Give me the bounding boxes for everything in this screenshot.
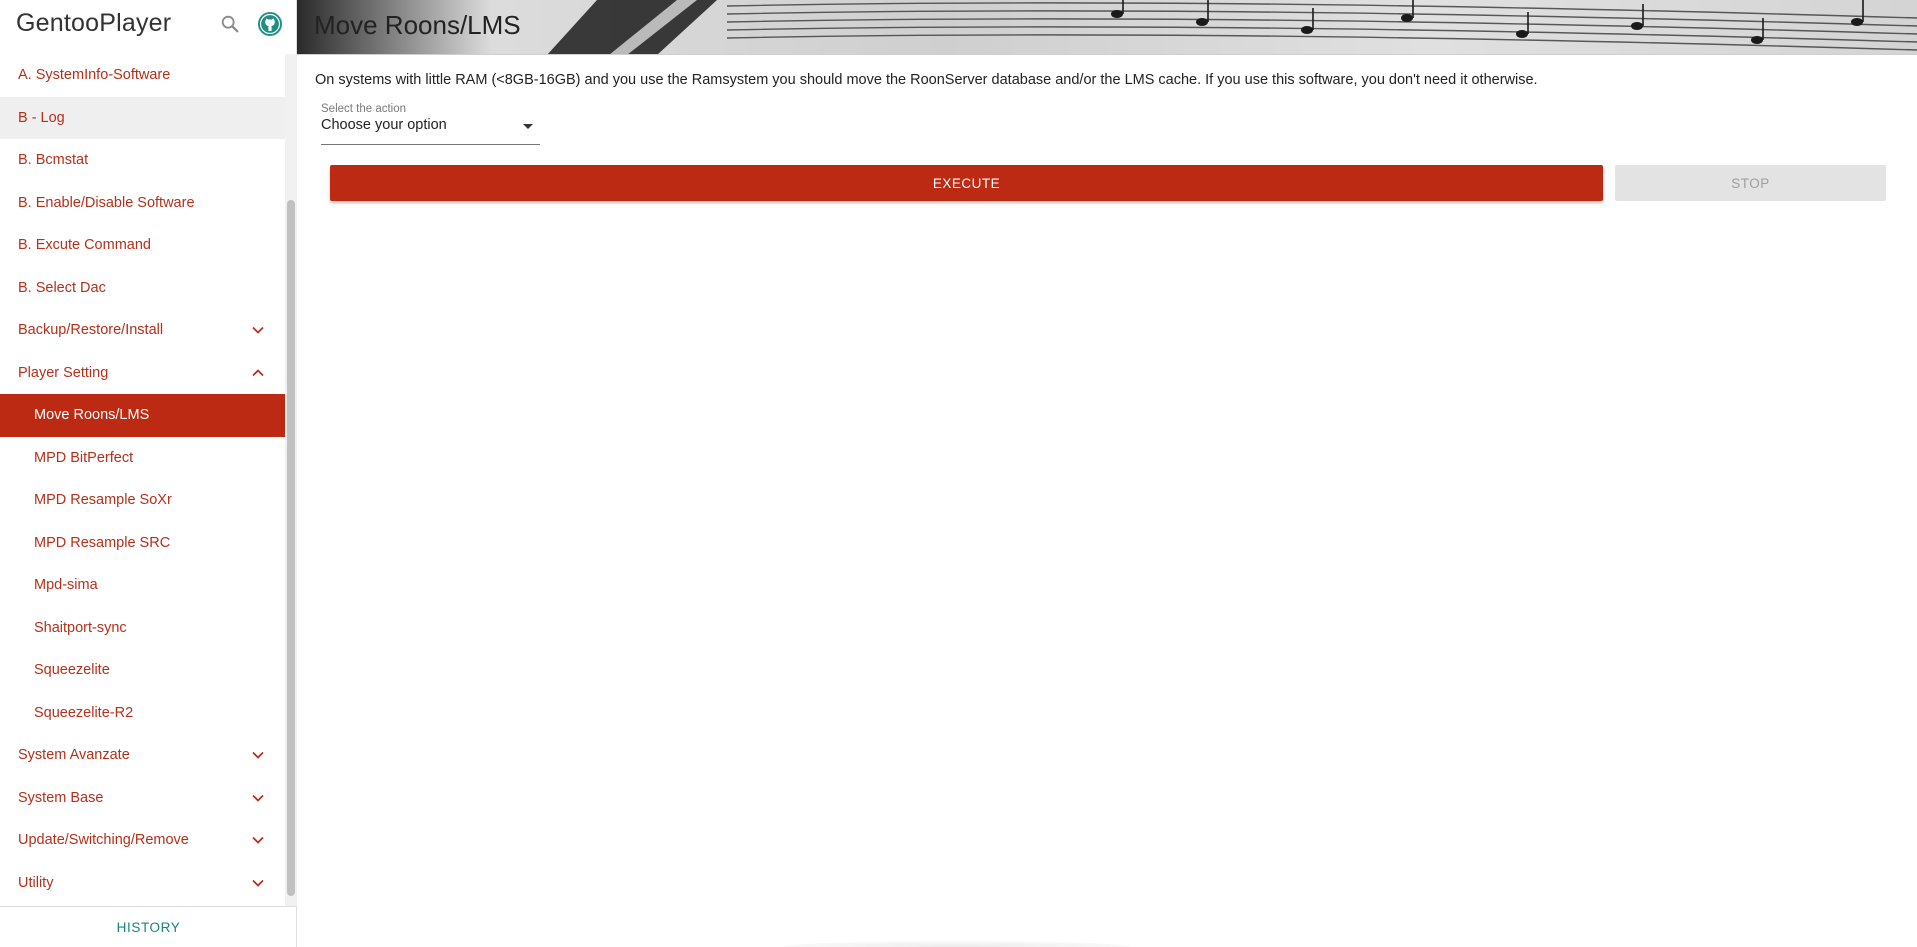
- sidebar-item-system-avanzate[interactable]: System Avanzate: [0, 734, 285, 777]
- sidebar-footer: HISTORY: [0, 906, 297, 947]
- chevron-down-icon: [252, 752, 264, 760]
- action-select-value: Choose your option: [321, 117, 447, 133]
- sidebar-item-label: Utility: [18, 874, 54, 891]
- sidebar-item-label: Shaitport-sync: [34, 619, 127, 636]
- page-description: On systems with little RAM (<8GB-16GB) a…: [315, 72, 1538, 88]
- sidebar-item-label: B - Log: [18, 109, 65, 126]
- sidebar-item-bcmstat[interactable]: B. Bcmstat: [0, 139, 285, 182]
- sidebar: GentooPlayer A. SystemInfo-Software B - …: [0, 0, 297, 947]
- page-header: Move Roons/LMS: [297, 0, 1917, 55]
- history-button[interactable]: HISTORY: [117, 920, 181, 935]
- sidebar-item-mpd-resample-src[interactable]: MPD Resample SRC: [0, 522, 285, 565]
- app-brand: GentooPlayer: [16, 9, 172, 37]
- sidebar-item-excute-command[interactable]: B. Excute Command: [0, 224, 285, 267]
- chevron-down-icon: [252, 794, 264, 802]
- sidebar-item-label: B. Enable/Disable Software: [18, 194, 195, 211]
- sidebar-header: GentooPlayer: [0, 0, 296, 54]
- sidebar-item-label: Squeezelite: [34, 662, 110, 679]
- sidebar-item-label: MPD Resample SoXr: [34, 492, 172, 509]
- sidebar-item-label: Move Roons/LMS: [34, 407, 150, 424]
- action-select-label: Select the action: [321, 103, 407, 115]
- sidebar-item-label: A. SystemInfo-Software: [18, 67, 171, 84]
- sidebar-item-enable-disable-software[interactable]: B. Enable/Disable Software: [0, 182, 285, 225]
- page-title: Move Roons/LMS: [314, 10, 521, 40]
- sidebar-item-label: Update/Switching/Remove: [18, 832, 189, 849]
- execute-button[interactable]: EXECUTE: [330, 165, 1603, 201]
- sidebar-item-label: B. Excute Command: [18, 237, 151, 254]
- sidebar-item-system-base[interactable]: System Base: [0, 777, 285, 820]
- sidebar-item-squeezelite-r2[interactable]: Squeezelite-R2: [0, 692, 285, 735]
- sheet-music-banner: [297, 0, 1917, 54]
- sidebar-item-utility[interactable]: Utility: [0, 862, 285, 905]
- sidebar-item-label: System Avanzate: [18, 747, 130, 764]
- sidebar-nav: A. SystemInfo-Software B - Log B. Bcmsta…: [0, 54, 285, 906]
- sidebar-item-mpd-bitperfect[interactable]: MPD BitPerfect: [0, 437, 285, 480]
- sidebar-item-update-switching-remove[interactable]: Update/Switching/Remove: [0, 819, 285, 862]
- github-icon[interactable]: [257, 11, 283, 37]
- chevron-down-icon: [252, 879, 264, 887]
- caret-down-icon: [523, 124, 533, 129]
- sidebar-scroll-thumb[interactable]: [287, 200, 295, 896]
- sidebar-item-label: Squeezelite-R2: [34, 704, 134, 721]
- sidebar-item-label: System Base: [18, 789, 104, 806]
- sidebar-item-label: B. Bcmstat: [18, 152, 89, 169]
- sidebar-item-shaitport-sync[interactable]: Shaitport-sync: [0, 607, 285, 650]
- main-content: On systems with little RAM (<8GB-16GB) a…: [297, 55, 1917, 947]
- sidebar-item-mpd-resample-soxr[interactable]: MPD Resample SoXr: [0, 479, 285, 522]
- sidebar-scrollbar[interactable]: [285, 54, 297, 906]
- chevron-up-icon: [252, 368, 264, 376]
- stop-button[interactable]: STOP: [1615, 165, 1886, 201]
- chevron-down-icon: [252, 327, 264, 335]
- sidebar-item-label: Backup/Restore/Install: [18, 322, 164, 339]
- chevron-down-icon: [252, 837, 264, 845]
- sidebar-item-label: Player Setting: [18, 364, 109, 381]
- sidebar-item-b-log[interactable]: B - Log: [0, 96, 285, 139]
- sidebar-item-label: MPD Resample SRC: [34, 534, 171, 551]
- sidebar-item-mpd-sima[interactable]: Mpd-sima: [0, 564, 285, 607]
- sidebar-item-label: MPD BitPerfect: [34, 449, 134, 466]
- sidebar-item-move-roons-lms[interactable]: Move Roons/LMS: [0, 394, 285, 437]
- action-select[interactable]: Select the action Choose your option: [321, 103, 540, 145]
- sidebar-item-backup-restore-install[interactable]: Backup/Restore/Install: [0, 309, 285, 352]
- sidebar-item-label: B. Select Dac: [18, 279, 106, 296]
- sidebar-item-label: Mpd-sima: [34, 577, 98, 594]
- sidebar-item-player-setting[interactable]: Player Setting: [0, 352, 285, 395]
- sidebar-item-squeezelite[interactable]: Squeezelite: [0, 649, 285, 692]
- search-icon[interactable]: [219, 13, 241, 35]
- sidebar-item-select-dac[interactable]: B. Select Dac: [0, 267, 285, 310]
- bottom-shadow: [782, 941, 1132, 947]
- sidebar-item-systeminfo-software[interactable]: A. SystemInfo-Software: [0, 54, 285, 97]
